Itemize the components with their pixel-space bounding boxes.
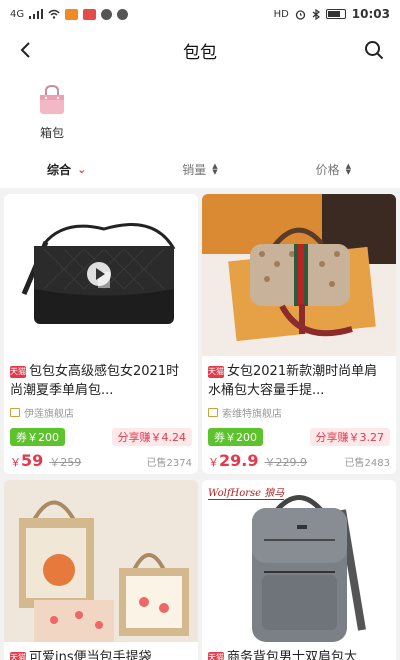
navigation-bar: 包包 xyxy=(0,28,400,72)
category-item-luggage[interactable]: 箱包 xyxy=(30,82,74,141)
business-backpack-image xyxy=(252,495,366,642)
price-row: ￥59 ￥259 已售2374 xyxy=(4,446,198,470)
coupon-badge[interactable]: 券￥200 xyxy=(208,428,263,446)
chevron-down-icon: ⌄ xyxy=(77,162,87,176)
search-icon xyxy=(365,41,384,60)
promo-tags: 券￥200 分享赚￥4.24 xyxy=(4,420,198,446)
price-symbol: ￥ xyxy=(208,456,219,469)
product-title: 天猫 包包女高级感包女2021时尚潮夏季单肩包... xyxy=(4,356,198,402)
shop-icon xyxy=(10,408,20,417)
coupon-badge[interactable]: 券￥200 xyxy=(10,428,65,446)
promo-tags: 券￥200 分享赚￥3.27 xyxy=(202,420,396,446)
shop-icon xyxy=(208,408,218,417)
shop-name-text: 伊莲旗舰店 xyxy=(24,409,74,420)
sort-bar: 综合 ⌄ 销量 ▲ ▼ 价格 ▲ ▼ xyxy=(0,150,400,188)
tmall-badge: 天猫 xyxy=(208,366,224,378)
sort-tab-comprehensive[interactable]: 综合 ⌄ xyxy=(0,161,133,178)
original-price: ￥229.9 xyxy=(264,456,307,469)
hd-badge: HD xyxy=(273,8,289,20)
price-row: ￥29.9 ￥229.9 已售2483 xyxy=(202,446,396,470)
sort-tab-price[interactable]: 价格 ▲ ▼ xyxy=(267,161,400,178)
sold-count: 已售2483 xyxy=(344,458,390,469)
play-icon[interactable] xyxy=(87,262,111,286)
message-icon xyxy=(101,8,113,20)
price-value: 59 xyxy=(21,451,44,470)
status-time: 10:03 xyxy=(351,7,390,21)
share-earn-badge[interactable]: 分享赚￥4.24 xyxy=(111,428,192,446)
shop-name[interactable]: 伊莲旗舰店 xyxy=(4,402,198,420)
sort-tab-label: 价格 xyxy=(315,162,340,177)
status-bar: 4G HD 10:03 xyxy=(0,0,400,28)
product-title: 天猫 可爱ins便当包手提袋 xyxy=(4,642,198,660)
product-image xyxy=(4,194,198,356)
product-card[interactable]: 天猫 女包2021新款潮时尚单肩水桶包大容量手提... 索维特旗舰店 券￥200 … xyxy=(202,194,396,474)
product-card[interactable]: WolfHorse 狼马 天猫 商务背包男士双肩包大 xyxy=(202,480,396,660)
product-image xyxy=(202,194,396,356)
status-right: HD 10:03 xyxy=(274,7,390,21)
price-value: 29.9 xyxy=(219,451,259,470)
battery-icon xyxy=(325,9,346,19)
alarm-icon xyxy=(295,9,305,20)
sort-updown-icon: ▲ ▼ xyxy=(345,162,352,176)
bucket-bag-image xyxy=(202,194,396,342)
tmall-badge: 天猫 xyxy=(10,652,26,660)
sold-count: 已售2374 xyxy=(146,458,192,469)
chat-icon xyxy=(117,8,129,20)
signal-icon xyxy=(29,9,44,19)
canvas-tote-bag-image xyxy=(4,480,198,642)
original-price: ￥259 xyxy=(49,456,82,469)
product-title: 天猫 女包2021新款潮时尚单肩水桶包大容量手提... xyxy=(202,356,396,402)
product-image: WolfHorse 狼马 xyxy=(202,480,396,642)
status-left: 4G xyxy=(10,8,129,20)
shop-name-text: 索维特旗舰店 xyxy=(222,409,282,420)
product-title-text: 商务背包男士双肩包大 xyxy=(227,650,358,660)
product-card[interactable]: 天猫 包包女高级感包女2021时尚潮夏季单肩包... 伊莲旗舰店 券￥200 分享… xyxy=(4,194,198,474)
current-price: ￥59 xyxy=(10,451,43,470)
price-symbol: ￥ xyxy=(10,456,21,469)
sort-tab-label: 销量 xyxy=(182,162,207,177)
sort-tab-sales[interactable]: 销量 ▲ ▼ xyxy=(133,161,266,178)
product-title-text: 女包2021新款潮时尚单肩水桶包大容量手提... xyxy=(208,364,378,398)
bluetooth-icon xyxy=(312,8,320,20)
chevron-left-icon xyxy=(20,42,30,58)
tmall-badge: 天猫 xyxy=(208,652,224,660)
category-bar: 箱包 xyxy=(0,72,400,150)
search-button[interactable] xyxy=(360,36,388,64)
category-label: 箱包 xyxy=(39,126,64,140)
product-image xyxy=(4,480,198,642)
product-grid: 天猫 包包女高级感包女2021时尚潮夏季单肩包... 伊莲旗舰店 券￥200 分享… xyxy=(0,188,400,660)
sort-tab-label: 综合 xyxy=(47,162,72,177)
product-title-text: 包包女高级感包女2021时尚潮夏季单肩包... xyxy=(10,364,180,398)
shop-name[interactable]: 索维特旗舰店 xyxy=(202,402,396,420)
current-price: ￥29.9 xyxy=(208,451,258,470)
page-title: 包包 xyxy=(183,42,217,63)
wifi-icon xyxy=(48,9,60,19)
product-title: 天猫 商务背包男士双肩包大 xyxy=(202,642,396,660)
handbag-icon xyxy=(40,84,64,114)
share-earn-badge[interactable]: 分享赚￥3.27 xyxy=(309,428,390,446)
app-notification-icon-2 xyxy=(83,8,97,20)
back-button[interactable] xyxy=(12,36,38,64)
tmall-badge: 天猫 xyxy=(10,366,26,378)
sort-updown-icon: ▲ ▼ xyxy=(212,162,218,176)
product-card[interactable]: 天猫 可爱ins便当包手提袋 xyxy=(4,480,198,660)
product-title-text: 可爱ins便当包手提袋 xyxy=(29,650,152,660)
brand-logo: WolfHorse 狼马 xyxy=(208,484,285,500)
app-notification-icon xyxy=(65,8,79,20)
signal-label: 4G xyxy=(10,8,25,20)
